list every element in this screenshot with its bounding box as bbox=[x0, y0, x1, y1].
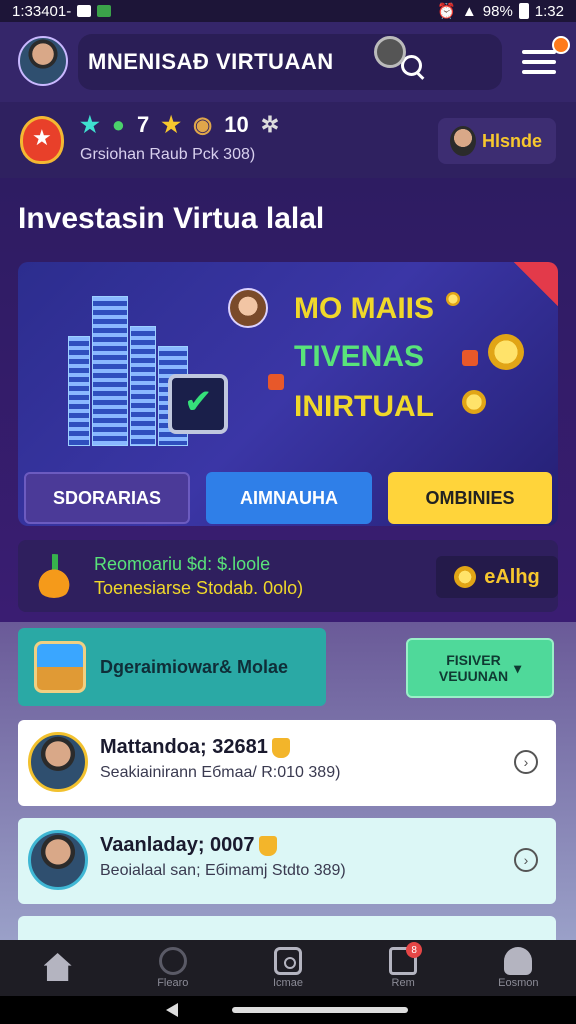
stars-count: 7 bbox=[137, 112, 150, 137]
list-item-title: Vaanladay; 0007 bbox=[100, 834, 277, 857]
tokens-count: 10 bbox=[224, 112, 249, 137]
key-icon bbox=[158, 947, 187, 975]
corner-ribbon bbox=[514, 262, 558, 306]
cyan-star-icon: ★ bbox=[80, 112, 100, 137]
promo-banner[interactable]: MO MAIIS TIVENAS INIRTUAL SDORARIAS AIMN… bbox=[18, 262, 558, 526]
coin-icon bbox=[446, 292, 460, 306]
stats-subtitle: Grsiohan Raub Pck 308) bbox=[80, 146, 256, 163]
banner-button-1[interactable]: SDORARIAS bbox=[24, 472, 190, 524]
wifi-icon: ▲ bbox=[461, 2, 477, 20]
list-item-name: Vaanladay; 0007 bbox=[100, 834, 255, 856]
green-coin-icon: ● bbox=[111, 112, 126, 137]
menu-icon[interactable] bbox=[522, 50, 556, 74]
teal-action-button[interactable]: Dgeraimiowar& Molae bbox=[18, 628, 326, 706]
stats-badge-label: Hlsnde bbox=[482, 130, 543, 151]
battery-icon bbox=[518, 3, 529, 19]
coin-icon bbox=[462, 390, 486, 414]
teal-action-label: Dgeraimiowar& Molae bbox=[100, 656, 289, 677]
app-notification-icon bbox=[97, 5, 112, 17]
gift-icon bbox=[462, 350, 478, 366]
notification-icon bbox=[77, 5, 92, 17]
user-icon bbox=[504, 947, 533, 975]
avatar bbox=[28, 732, 88, 792]
header-title-box: MNENISAÐ VIRTUAAN bbox=[78, 34, 502, 90]
system-nav-bar bbox=[0, 996, 576, 1024]
green-action-button[interactable]: FISIVER VEUUNAN ▾ bbox=[406, 638, 554, 698]
stats-bar: ★ ● 7 ★ ◉ 10 ✲ Grsiohan Raub Pck 308) Hl… bbox=[0, 102, 576, 178]
notification-badge: 8 bbox=[406, 942, 423, 958]
camera-icon bbox=[273, 947, 302, 975]
list-item[interactable]: Vaanladay; 0007 Beoialaal san; Eбimamj S… bbox=[18, 818, 556, 904]
main-section: Investasin Virtua lalal MO MAIIS TIVENAS… bbox=[0, 178, 576, 622]
character-icon bbox=[450, 126, 476, 156]
trophy-icon bbox=[258, 835, 277, 856]
nav-tasks[interactable]: 8 Rem bbox=[353, 942, 453, 989]
avatar bbox=[28, 830, 88, 890]
nav-camera-label: Icmae bbox=[272, 977, 303, 989]
nav-tasks-label: Rem bbox=[391, 977, 415, 989]
stat-icons: ★ ● 7 ★ ◉ 10 ✲ bbox=[80, 112, 279, 138]
profile-avatar[interactable] bbox=[18, 36, 68, 86]
shield-icon bbox=[20, 116, 64, 164]
info-line-1: Reomoariu $d: $.loole bbox=[94, 554, 271, 574]
chevron-down-icon: ▾ bbox=[514, 660, 522, 676]
home-icon bbox=[43, 953, 72, 981]
back-icon[interactable] bbox=[166, 1003, 178, 1017]
chevron-right-icon[interactable]: › bbox=[514, 750, 538, 774]
coin-icon bbox=[454, 566, 477, 588]
menu-notification-dot bbox=[552, 36, 570, 54]
app-title: MNENISAÐ VIRTUAAN bbox=[88, 49, 334, 74]
clipboard-icon: 8 bbox=[389, 942, 423, 975]
stats-badge-button[interactable]: Hlsnde bbox=[438, 118, 556, 164]
green-action-label-2: VEUUNAN bbox=[438, 668, 509, 684]
map-icon bbox=[34, 641, 86, 693]
nav-profile[interactable]: Eosmon bbox=[468, 947, 568, 989]
nav-keys[interactable]: Flearo bbox=[123, 947, 223, 989]
sparkle-icon: ✲ bbox=[260, 112, 280, 137]
info-badge-label: eAlhg bbox=[484, 565, 540, 588]
banner-line-2: TIVENAS bbox=[294, 340, 425, 373]
info-line-2: Toenesiarse Stodab. 0olo) bbox=[94, 578, 304, 598]
banner-button-3[interactable]: OMBINIES bbox=[388, 472, 552, 524]
green-action-label-1: FISIVER bbox=[446, 652, 501, 668]
battery-percent: 98% bbox=[482, 2, 513, 20]
list-item-subtitle: Beoialaal san; Eбimamj Stdto 389) bbox=[100, 862, 346, 879]
nav-keys-label: Flearo bbox=[157, 977, 189, 989]
bowl-icon: ◉ bbox=[193, 112, 213, 137]
list-item-name: Mattandoa; 32681 bbox=[100, 736, 268, 758]
banner-button-2[interactable]: AIMNAUHA bbox=[206, 472, 372, 524]
gold-star-icon: ★ bbox=[161, 112, 182, 137]
info-badge-button[interactable]: eAlhg bbox=[436, 556, 558, 598]
gift-icon bbox=[268, 374, 284, 390]
info-row: Reomoariu $d: $.loole Toenesiarse Stodab… bbox=[18, 540, 558, 612]
nav-camera[interactable]: Icmae bbox=[238, 947, 338, 989]
checkmark-monitor-icon bbox=[168, 374, 228, 434]
advisor-avatar bbox=[228, 288, 268, 328]
banner-line-3: INIRTUAL bbox=[294, 390, 434, 423]
status-time-right: 1:32 bbox=[534, 2, 564, 20]
list-item-subtitle: Seakiainirann Eбmaa/ R:010 389) bbox=[100, 764, 341, 781]
status-bar: 1:33401- ⏰ ▲ 98% 1:32 bbox=[0, 0, 576, 22]
section-title: Investasin Virtua lalal bbox=[18, 202, 325, 235]
app-header: MNENISAÐ VIRTUAAN bbox=[0, 22, 576, 102]
home-gesture-bar[interactable] bbox=[232, 1007, 408, 1013]
sprout-pot-icon bbox=[32, 554, 76, 598]
alarm-icon: ⏰ bbox=[437, 3, 456, 20]
list-item-title: Mattandoa; 32681 bbox=[100, 736, 290, 759]
status-time-left: 1:33401- bbox=[12, 2, 72, 20]
trophy-icon bbox=[271, 737, 290, 758]
lower-section: Dgeraimiowar& Molae FISIVER VEUUNAN ▾ Ma… bbox=[0, 622, 576, 946]
chip-icon[interactable] bbox=[374, 36, 406, 68]
banner-line-1: MO MAIIS bbox=[294, 292, 434, 325]
list-item[interactable]: Mattandoa; 32681 Seakiainirann Eбmaa/ R:… bbox=[18, 720, 556, 806]
chevron-right-icon[interactable]: › bbox=[514, 848, 538, 872]
bottom-nav: Flearo Icmae 8 Rem Eosmon bbox=[0, 940, 576, 996]
coin-icon bbox=[488, 334, 524, 370]
nav-profile-label: Eosmon bbox=[498, 977, 539, 989]
nav-home[interactable] bbox=[8, 953, 108, 983]
